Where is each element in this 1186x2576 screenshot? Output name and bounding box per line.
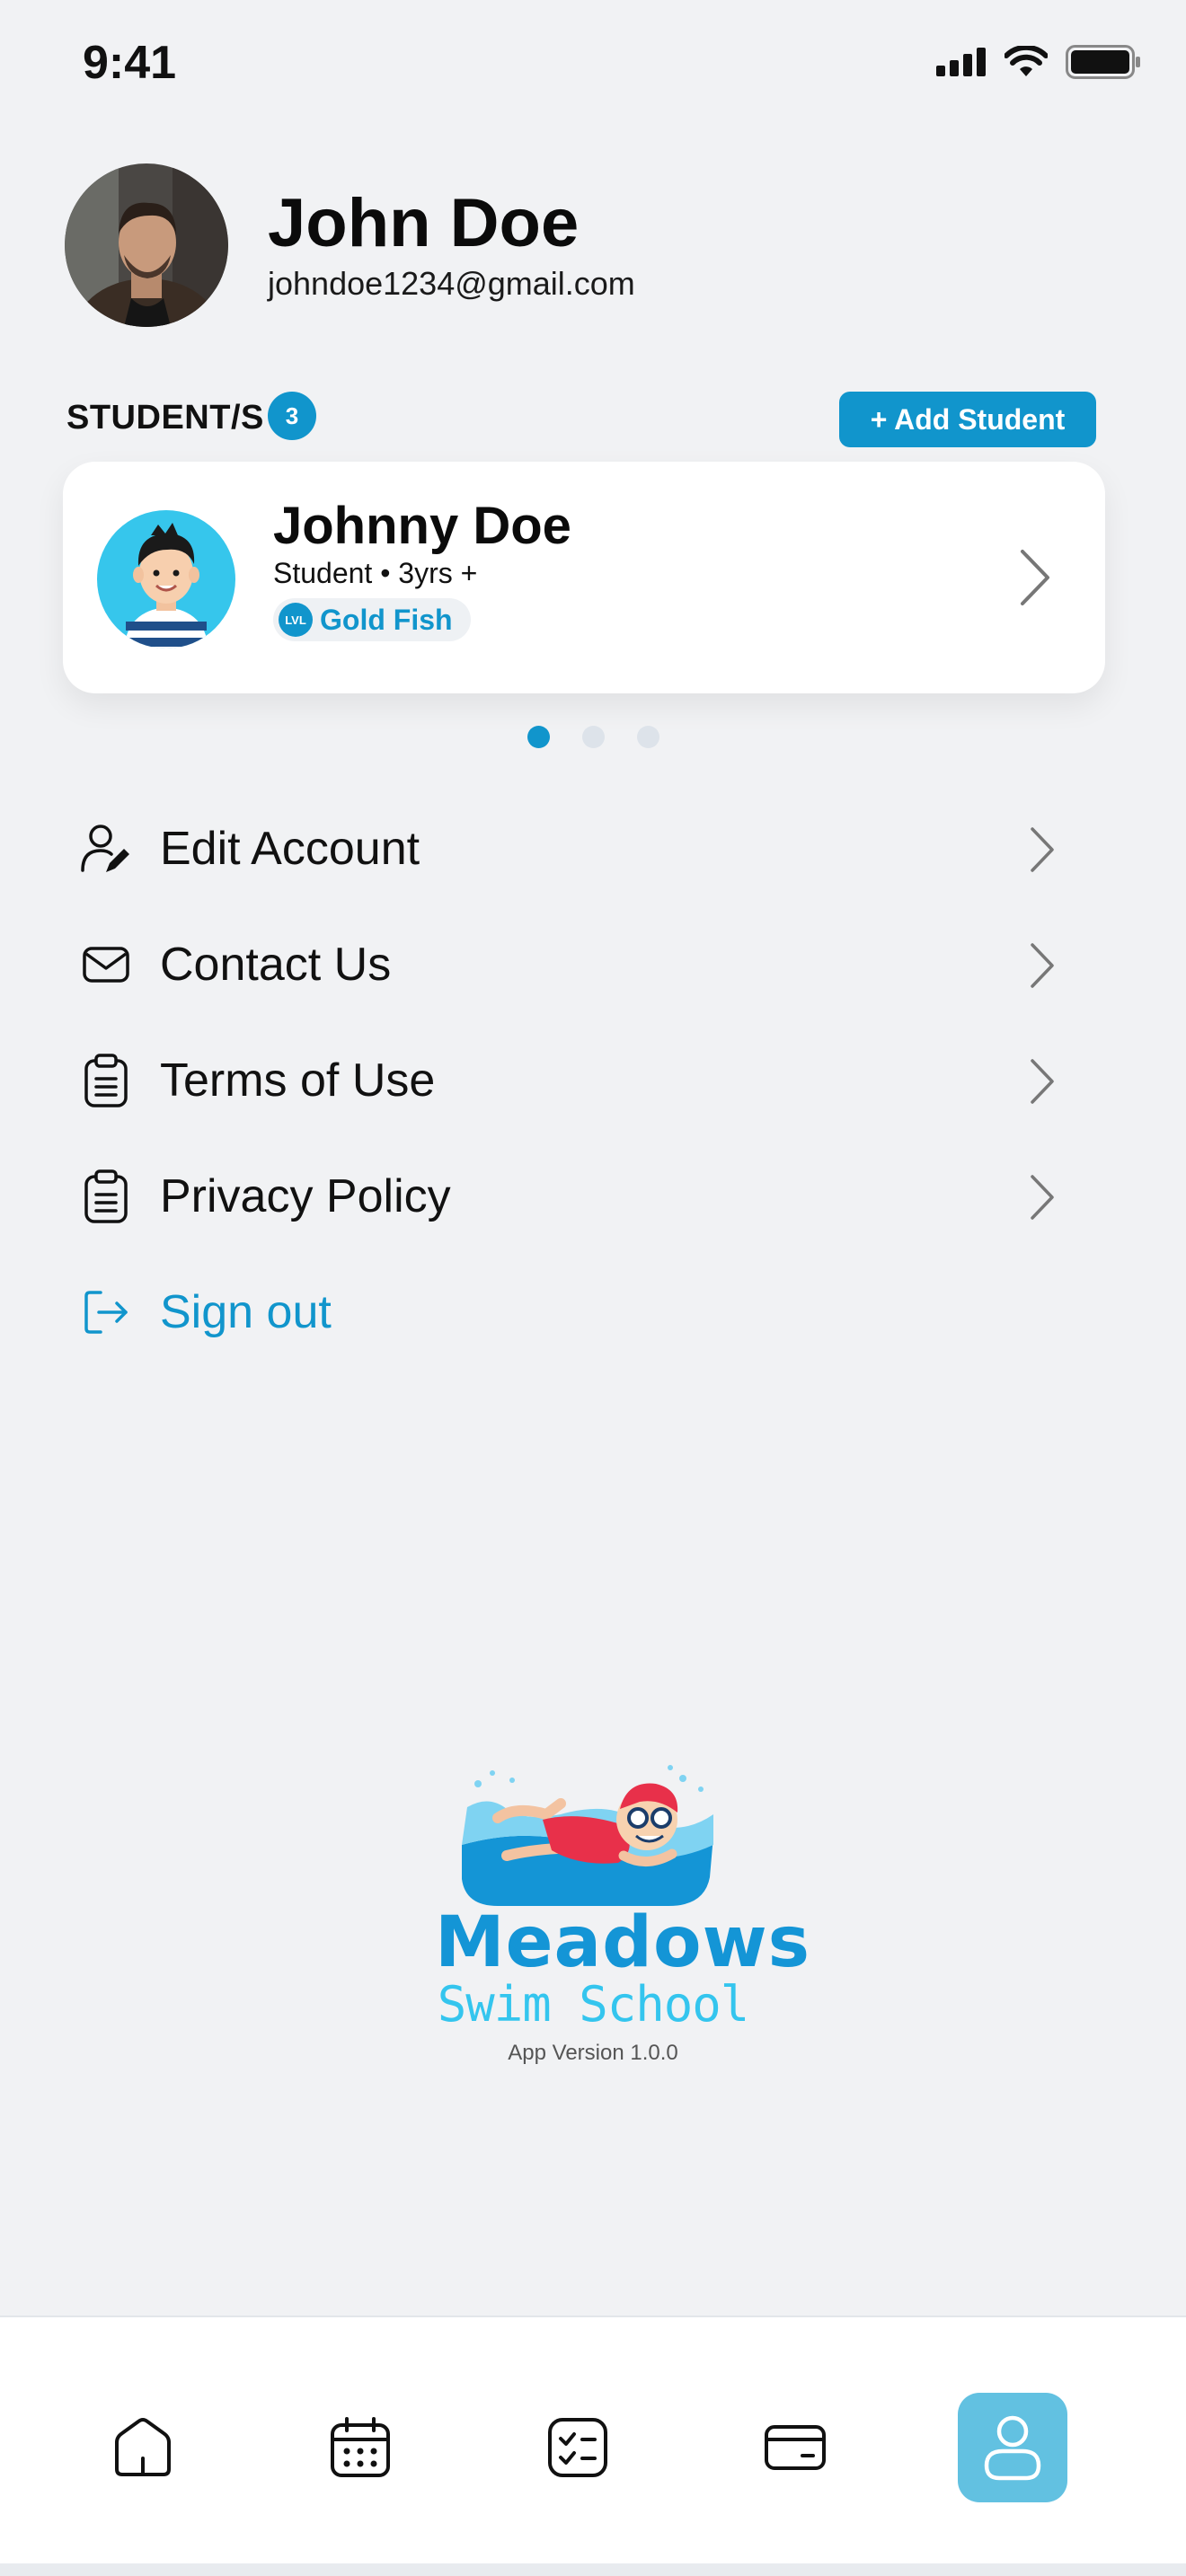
- pager-dot[interactable]: [527, 726, 550, 748]
- clipboard-icon: [79, 1169, 133, 1223]
- chevron-right-icon: [1031, 1175, 1054, 1220]
- sign-out-label: Sign out: [160, 1286, 332, 1338]
- students-label: STUDENT/S: [66, 399, 264, 437]
- student-meta: Student • 3yrs +: [273, 557, 478, 589]
- sign-out-button[interactable]: Sign out: [79, 1272, 1057, 1353]
- students-count-badge: 3: [268, 392, 316, 440]
- app-version: App Version 1.0.0: [508, 2041, 678, 2065]
- status-time: 9:41: [83, 37, 177, 89]
- level-label: Gold Fish: [320, 603, 453, 636]
- avatar[interactable]: [65, 163, 228, 327]
- student-card[interactable]: Johnny Doe Student • 3yrs + LVL Gold Fis…: [63, 462, 1105, 693]
- nav-checklist[interactable]: [523, 2393, 633, 2502]
- menu-item-privacy-policy[interactable]: Privacy Policy: [79, 1156, 1057, 1237]
- cellular-signal-icon: [936, 48, 986, 76]
- chevron-right-icon: [1031, 943, 1054, 988]
- menu-item-terms-of-use[interactable]: Terms of Use: [79, 1040, 1057, 1121]
- menu-item-label: Privacy Policy: [160, 1170, 451, 1222]
- menu-item-label: Contact Us: [160, 939, 392, 991]
- checklist-icon: [548, 2418, 607, 2477]
- swimmer-logo-icon: [462, 1765, 713, 1906]
- wifi-icon: [1005, 46, 1048, 76]
- pager-dot[interactable]: [636, 726, 659, 748]
- logo-subtitle: Swim School: [437, 1976, 750, 2033]
- pager-dot[interactable]: [581, 726, 605, 748]
- nav-payments[interactable]: [740, 2393, 850, 2502]
- profile-name: John Doe: [268, 185, 580, 262]
- nav-calendar[interactable]: [305, 2393, 415, 2502]
- home-indicator: [0, 2563, 1186, 2576]
- menu-item-edit-account[interactable]: Edit Account: [79, 808, 1057, 889]
- sign-out-icon: [79, 1285, 133, 1339]
- student-avatar: [97, 510, 235, 648]
- bottom-nav: [0, 2316, 1186, 2563]
- profile-header: John Doe johndoe1234@gmail.com: [65, 163, 635, 327]
- chevron-right-icon[interactable]: [1017, 548, 1053, 607]
- student-pager: [0, 726, 1186, 748]
- level-icon: LVL: [279, 603, 313, 637]
- level-badge: LVL Gold Fish: [273, 598, 471, 641]
- nav-profile[interactable]: [958, 2393, 1067, 2502]
- profile-icon: [984, 2415, 1041, 2481]
- calendar-icon: [331, 2417, 390, 2477]
- card-icon: [765, 2425, 826, 2470]
- student-name: Johnny Doe: [273, 497, 571, 555]
- chevron-right-icon: [1031, 827, 1054, 872]
- status-icons: [936, 45, 1141, 79]
- mail-icon: [79, 938, 133, 992]
- clipboard-icon: [79, 1054, 133, 1107]
- menu-item-label: Terms of Use: [160, 1054, 436, 1107]
- home-icon: [115, 2418, 171, 2476]
- chevron-right-icon: [1031, 1059, 1054, 1104]
- menu-item-contact-us[interactable]: Contact Us: [79, 924, 1057, 1005]
- profile-email: johndoe1234@gmail.com: [268, 264, 635, 302]
- logo-title: Meadows: [435, 1902, 811, 1983]
- nav-home[interactable]: [88, 2393, 198, 2502]
- status-bar: 9:41: [0, 0, 1186, 135]
- battery-icon: [1066, 45, 1140, 79]
- user-edit-icon: [79, 822, 133, 876]
- menu-item-label: Edit Account: [160, 823, 420, 875]
- students-header: STUDENT/S 3 + Add Student: [66, 388, 1096, 447]
- add-student-button[interactable]: + Add Student: [839, 392, 1096, 447]
